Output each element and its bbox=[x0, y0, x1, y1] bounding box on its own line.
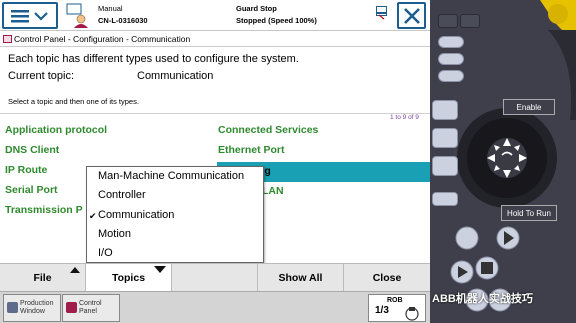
show-all-label: Show All bbox=[278, 272, 323, 284]
jog-mode-key[interactable] bbox=[432, 156, 458, 176]
hw-button-2[interactable] bbox=[460, 14, 480, 28]
current-topic-label: Current topic: bbox=[8, 70, 75, 82]
empty-slot bbox=[172, 264, 258, 292]
controller-id: CN-L-0316030 bbox=[98, 16, 148, 25]
programmable-key-2[interactable] bbox=[438, 53, 464, 65]
close-button[interactable]: Close bbox=[344, 264, 430, 292]
flexpendant-screen: Manual CN-L-0316030 Guard Stop Stopped (… bbox=[0, 0, 430, 323]
increment-key[interactable] bbox=[432, 192, 458, 206]
enable-button[interactable]: Enable bbox=[503, 99, 555, 115]
task-fraction: 1/3 bbox=[375, 305, 389, 316]
control-label-2: Panel bbox=[79, 308, 97, 315]
expand-down-icon bbox=[154, 266, 166, 273]
control-panel-icon bbox=[66, 302, 77, 313]
topic-option-communication[interactable]: Communication bbox=[98, 209, 174, 221]
hw-button-1[interactable] bbox=[438, 14, 458, 28]
programmable-key-3[interactable] bbox=[438, 70, 464, 82]
taskbar: Production Window Control Panel ROB 1/3 bbox=[0, 291, 430, 323]
breadcrumb-text: Control Panel - Configuration - Communic… bbox=[14, 34, 191, 44]
type-item[interactable]: IP Route bbox=[5, 164, 47, 176]
control-panel-icon bbox=[3, 35, 12, 43]
topics-label: Topics bbox=[111, 272, 146, 284]
watermark-text: ABB机器人实战技巧 bbox=[432, 293, 533, 305]
breadcrumb: Control Panel - Configuration - Communic… bbox=[0, 31, 430, 47]
topic-option-motion[interactable]: Motion bbox=[98, 228, 131, 240]
topics-dropdown-menu: Man-Machine Communication Controller ✔ C… bbox=[86, 166, 264, 263]
motion-mode-key[interactable] bbox=[432, 128, 458, 148]
motor-state: Stopped (Speed 100%) bbox=[236, 16, 317, 25]
type-item[interactable]: DNS Client bbox=[5, 144, 59, 156]
mech-unit-key[interactable] bbox=[432, 100, 458, 120]
production-label-1: Production bbox=[20, 300, 54, 307]
type-item[interactable]: Transmission P bbox=[5, 204, 83, 216]
hold-to-run-button[interactable]: Hold To Run bbox=[501, 205, 557, 221]
show-all-button[interactable]: Show All bbox=[258, 264, 344, 292]
menu-icon bbox=[11, 9, 48, 22]
page-description: Each topic has different types used to c… bbox=[8, 53, 299, 65]
topic-option-man-machine[interactable]: Man-Machine Communication bbox=[98, 170, 244, 182]
current-topic-value: Communication bbox=[137, 70, 214, 82]
type-item[interactable]: Serial Port bbox=[5, 184, 58, 196]
type-item[interactable]: Application protocol bbox=[5, 124, 107, 136]
quickset-button[interactable]: ROB 1/3 bbox=[368, 294, 426, 322]
check-icon: ✔ bbox=[89, 211, 97, 221]
mode-text: Manual bbox=[98, 4, 123, 13]
taskbar-production-window[interactable]: Production Window bbox=[3, 294, 61, 322]
file-button[interactable]: File bbox=[0, 264, 86, 292]
status-flag-icon[interactable] bbox=[376, 6, 387, 20]
user-icon[interactable] bbox=[66, 3, 90, 29]
type-item[interactable]: Connected Services bbox=[218, 124, 318, 136]
safety-state: Guard Stop bbox=[236, 4, 277, 13]
status-header: Manual CN-L-0316030 Guard Stop Stopped (… bbox=[0, 0, 430, 31]
robot-icon bbox=[405, 307, 419, 321]
topic-option-controller[interactable]: Controller bbox=[98, 189, 146, 201]
flexpendant-hardware bbox=[430, 0, 576, 323]
controller-info: Manual CN-L-0316030 bbox=[98, 3, 148, 27]
close-label: Close bbox=[372, 272, 402, 284]
close-window-button[interactable] bbox=[397, 2, 426, 29]
topics-button[interactable]: Topics bbox=[86, 264, 172, 292]
control-label-1: Control bbox=[79, 300, 102, 307]
expand-up-icon bbox=[70, 267, 80, 273]
divider bbox=[0, 113, 430, 114]
programmable-key-1[interactable] bbox=[438, 36, 464, 48]
production-window-icon bbox=[7, 302, 18, 313]
item-count: 1 to 9 of 9 bbox=[390, 114, 419, 121]
taskbar-control-panel[interactable]: Control Panel bbox=[62, 294, 120, 322]
type-item[interactable]: LAN bbox=[262, 185, 284, 197]
state-info: Guard Stop Stopped (Speed 100%) bbox=[236, 3, 317, 27]
file-label: File bbox=[33, 272, 52, 284]
abb-menu-button[interactable] bbox=[2, 2, 58, 29]
close-icon bbox=[403, 7, 420, 24]
production-label-2: Window bbox=[20, 308, 45, 315]
type-item[interactable]: Ethernet Port bbox=[218, 144, 285, 156]
command-bar: File Topics Show All Close bbox=[0, 263, 430, 292]
instruction-text: Select a topic and then one of its types… bbox=[8, 97, 139, 106]
rob-label: ROB bbox=[387, 297, 403, 304]
topic-option-io[interactable]: I/O bbox=[98, 247, 113, 259]
